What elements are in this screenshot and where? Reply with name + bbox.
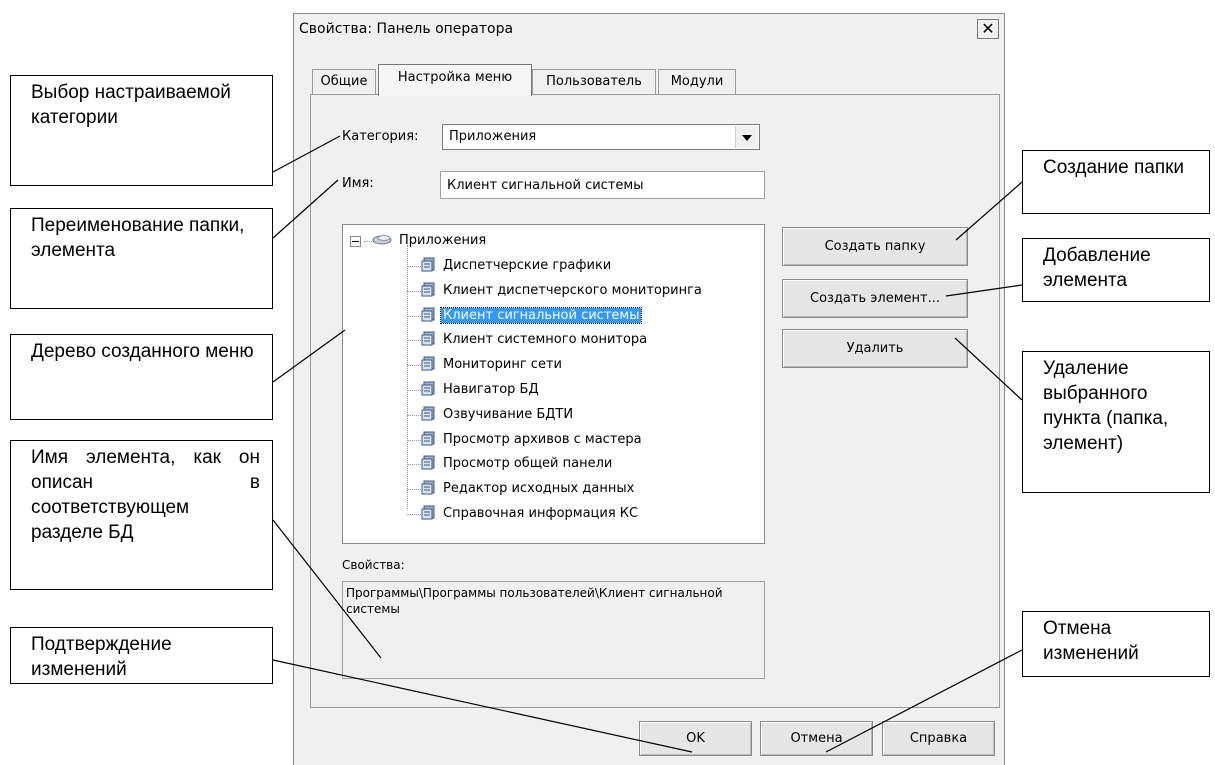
app-item-icon xyxy=(421,331,435,346)
title-bar: Свойства: Панель оператора ✕ xyxy=(294,14,1004,46)
tree-item[interactable]: Клиент сигнальной системы xyxy=(421,306,643,325)
tree-guide-line xyxy=(407,390,421,391)
callout-create-folder: Создание папки xyxy=(1022,150,1210,214)
tree-guide-line xyxy=(407,315,421,317)
tree-item-label: Клиент системного монитора xyxy=(443,332,648,348)
cancel-button[interactable]: Отмена xyxy=(760,721,873,756)
name-label: Имя: xyxy=(342,176,374,191)
tab-user[interactable]: Пользователь xyxy=(532,69,656,94)
tree-guide-line xyxy=(407,489,421,491)
create-item-button[interactable]: Создать элемент... xyxy=(782,279,968,318)
tree-guide-line xyxy=(407,245,408,509)
tree-item[interactable]: Мониторинг сети xyxy=(421,355,564,374)
app-item-icon xyxy=(421,381,435,396)
app-item-icon xyxy=(421,282,435,297)
dialog-title: Свойства: Панель оператора xyxy=(299,21,514,37)
chevron-down-icon[interactable] xyxy=(735,126,758,148)
callout-confirm: Подтверждение изменений xyxy=(10,627,273,684)
app-item-icon xyxy=(421,480,435,495)
app-item-icon xyxy=(421,505,435,520)
category-label: Категория: xyxy=(342,129,419,144)
category-select[interactable]: Приложения xyxy=(442,124,760,150)
app-item-icon xyxy=(421,356,435,371)
tree-item[interactable]: Клиент системного монитора xyxy=(421,330,649,349)
tree-guide-line xyxy=(407,439,421,441)
callout-rename: Переименование папки, элемента xyxy=(10,208,273,309)
tree-item-label: Просмотр архивов с мастера xyxy=(443,431,642,447)
collapse-icon[interactable] xyxy=(350,236,361,247)
properties-field: Программы\Программы пользователей\Клиент… xyxy=(342,581,765,679)
tree-guide-line xyxy=(407,340,421,342)
delete-button[interactable]: Удалить xyxy=(782,329,968,368)
properties-dialog: Свойства: Панель оператора ✕ Общие Настр… xyxy=(293,13,1005,765)
app-item-icon xyxy=(421,406,435,421)
tree-item[interactable]: Навигатор БД xyxy=(421,380,541,399)
tree-guide-line xyxy=(407,365,421,367)
tab-general[interactable]: Общие xyxy=(312,69,376,94)
tree-guide-line xyxy=(364,241,372,242)
close-button[interactable]: ✕ xyxy=(977,19,999,39)
tree-guide-line xyxy=(407,290,421,292)
app-item-icon xyxy=(421,257,435,272)
applications-icon xyxy=(372,235,392,245)
name-input[interactable] xyxy=(440,171,765,199)
tree-item[interactable]: Просмотр общей панели xyxy=(421,454,614,473)
tree-guide-line xyxy=(407,266,421,267)
ok-button[interactable]: OK xyxy=(639,721,752,756)
tree-item-label: Клиент диспетчерского мониторинга xyxy=(443,282,702,298)
tree-item-label: Редактор исходных данных xyxy=(443,481,635,497)
tree-item-label: Справочная информация КС xyxy=(443,506,639,521)
properties-label: Свойства: xyxy=(342,558,405,572)
close-icon: ✕ xyxy=(981,19,995,38)
category-value: Приложения xyxy=(449,129,537,144)
tree-item-label: Диспетчерские графики xyxy=(443,258,612,273)
app-item-icon xyxy=(421,431,435,446)
tree-guide-line xyxy=(407,514,421,515)
menu-tree[interactable]: Приложения Диспетчерские графики Клиент д… xyxy=(342,224,765,544)
tree-item-label: Просмотр общей панели xyxy=(443,456,613,472)
tree-item-label: Мониторинг сети xyxy=(443,357,562,373)
callout-tree: Дерево созданного меню xyxy=(10,334,273,420)
app-item-icon xyxy=(421,455,435,470)
tree-item[interactable]: Озвучивание БДТИ xyxy=(421,405,575,424)
callout-delete: Удаление выбранного пункта (папка, элеме… xyxy=(1022,351,1210,493)
app-item-icon xyxy=(421,307,435,322)
tree-root-item[interactable]: Приложения xyxy=(372,231,488,250)
tree-item-label: Клиент сигнальной системы xyxy=(439,306,643,324)
tree-item[interactable]: Редактор исходных данных xyxy=(421,479,636,498)
tree-item[interactable]: Справочная информация КС xyxy=(421,504,640,523)
tree-item[interactable]: Диспетчерские графики xyxy=(421,256,613,275)
tree-guide-line xyxy=(407,464,421,466)
tab-modules[interactable]: Модули xyxy=(658,69,736,94)
callout-element-name: Имя элемента, как он описан в соответств… xyxy=(10,440,273,590)
create-folder-button[interactable]: Создать папку xyxy=(782,227,968,266)
tree-root-label: Приложения xyxy=(399,233,487,248)
tree-guide-line xyxy=(407,414,421,416)
tree-item-label: Озвучивание БДТИ xyxy=(443,406,574,422)
callout-cancel: Отмена изменений xyxy=(1022,611,1210,677)
tree-item-label: Навигатор БД xyxy=(443,382,539,397)
callout-add-element: Добавление элемента xyxy=(1022,238,1210,302)
tab-menu-settings[interactable]: Настройка меню xyxy=(378,64,532,96)
callout-category: Выбор настраиваемой категории xyxy=(10,75,273,186)
help-button[interactable]: Справка xyxy=(882,721,995,756)
tree-item[interactable]: Просмотр архивов с мастера xyxy=(421,430,644,449)
tree-item[interactable]: Клиент диспетчерского мониторинга xyxy=(421,281,704,300)
